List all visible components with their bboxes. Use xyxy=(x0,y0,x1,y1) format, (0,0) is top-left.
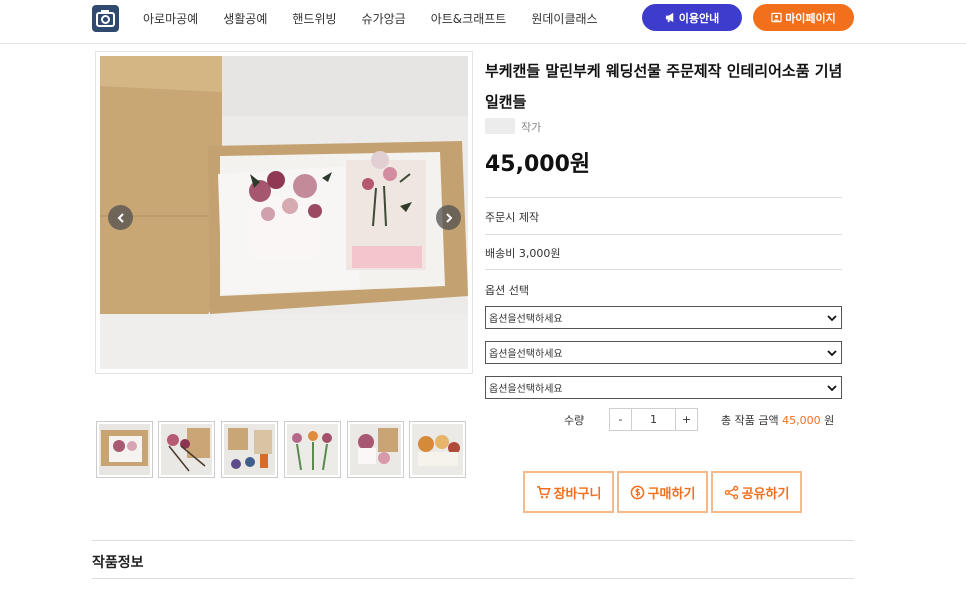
product-image-frame xyxy=(95,51,473,374)
guide-button[interactable]: 이용안내 xyxy=(642,4,742,31)
share-icon xyxy=(724,485,738,499)
thumbnail-3[interactable] xyxy=(221,421,278,478)
share-button[interactable]: 공유하기 xyxy=(711,471,802,513)
option-select-1-value: 옵션을선택하세요 xyxy=(489,314,563,325)
chevron-left-icon xyxy=(117,212,124,223)
thumbnail-2[interactable] xyxy=(158,421,215,478)
order-type: 주문시 제작 xyxy=(485,211,540,224)
section-divider-top xyxy=(92,540,854,541)
chevron-down-icon xyxy=(827,350,837,357)
add-to-cart-button[interactable]: 장바구니 xyxy=(523,471,614,513)
thumbnail-4[interactable] xyxy=(284,421,341,478)
divider xyxy=(485,234,842,235)
quantity-value[interactable]: 1 xyxy=(632,409,675,430)
quantity-label: 수량 xyxy=(564,414,585,427)
product-main-image[interactable] xyxy=(100,56,468,369)
thumbnail-6[interactable] xyxy=(409,421,466,478)
nav-item-weaving[interactable]: 핸드위빙 xyxy=(292,10,336,27)
option-select-1[interactable]: 옵션을선택하세요 xyxy=(485,306,842,329)
share-button-label: 공유하기 xyxy=(741,486,790,502)
nav-item-living[interactable]: 생활공예 xyxy=(223,10,267,27)
profile-card-icon xyxy=(771,12,782,23)
cart-icon xyxy=(536,485,551,498)
guide-button-label: 이용안내 xyxy=(678,11,720,25)
option-select-3[interactable]: 옵션을선택하세요 xyxy=(485,376,842,399)
nav-item-oneday[interactable]: 원데이클래스 xyxy=(531,10,597,27)
section-divider-bottom xyxy=(92,578,854,579)
camera-logo-icon[interactable] xyxy=(92,5,119,32)
mypage-button-label: 마이페이지 xyxy=(785,11,836,25)
buy-button-label: 구매하기 xyxy=(647,486,696,502)
nav-item-sugar[interactable]: 슈가앙금 xyxy=(362,10,406,27)
section-title-product-info[interactable]: 작품정보 xyxy=(92,552,144,572)
prev-image-button[interactable] xyxy=(108,205,133,230)
artist-name-blurred[interactable] xyxy=(485,118,515,134)
total-price: 총 작품 금액 45,000 원 xyxy=(721,412,834,428)
nav-item-aroma[interactable]: 아로마공예 xyxy=(143,10,198,27)
quantity-stepper: - 1 + xyxy=(609,408,698,431)
product-title: 부케캔들 말린부케 웨딩선물 주문제작 인테리어소품 기념일캔들 xyxy=(485,62,843,111)
cart-button-label: 장바구니 xyxy=(553,486,602,502)
mypage-button[interactable]: 마이페이지 xyxy=(753,4,854,31)
top-header: 아로마공예 생활공예 핸드위빙 슈가앙금 아트&크래프트 원데이클래스 이용안내… xyxy=(0,0,966,44)
megaphone-icon xyxy=(665,12,673,23)
main-nav: 아로마공예 생활공예 핸드위빙 슈가앙금 아트&크래프트 원데이클래스 xyxy=(143,0,623,36)
shipping-fee: 배송비 3,000원 xyxy=(485,247,561,260)
option-select-2[interactable]: 옵션을선택하세요 xyxy=(485,341,842,364)
chevron-down-icon xyxy=(827,315,837,322)
options-label: 옵션 선택 xyxy=(485,284,529,297)
option-select-2-value: 옵션을선택하세요 xyxy=(489,349,563,360)
buy-button[interactable]: 구매하기 xyxy=(617,471,708,513)
chevron-right-icon xyxy=(445,212,452,223)
total-amount: 45,000 xyxy=(782,414,821,427)
quantity-plus-button[interactable]: + xyxy=(675,409,697,430)
product-price: 45,000원 xyxy=(485,152,591,177)
coin-icon xyxy=(630,485,644,499)
option-select-3-value: 옵션을선택하세요 xyxy=(489,384,563,395)
artist-suffix: 작가 xyxy=(521,121,542,134)
total-label: 총 작품 금액 xyxy=(721,414,779,427)
divider xyxy=(485,197,842,198)
total-unit: 원 xyxy=(824,414,835,427)
chevron-down-icon xyxy=(827,385,837,392)
thumbnail-1[interactable] xyxy=(96,421,153,478)
nav-item-art-craft[interactable]: 아트&크래프트 xyxy=(431,10,507,27)
divider xyxy=(485,269,842,270)
quantity-minus-button[interactable]: - xyxy=(610,409,632,430)
thumbnail-5[interactable] xyxy=(347,421,404,478)
next-image-button[interactable] xyxy=(436,205,461,230)
